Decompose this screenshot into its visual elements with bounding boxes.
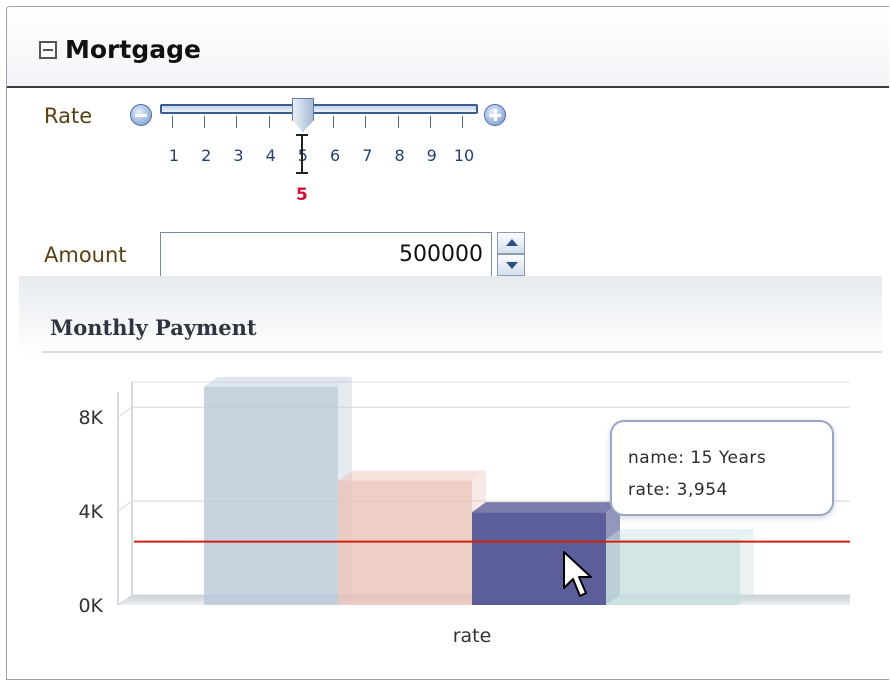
y-tick-label: 0K xyxy=(78,595,103,617)
y-tick-label: 8K xyxy=(78,407,103,429)
y-tick-label: 4K xyxy=(78,501,103,523)
x-axis-label: rate xyxy=(453,625,492,647)
bar-tooltip: name: 15 Years rate: 3,954 xyxy=(610,420,834,516)
mouse-pointer-icon xyxy=(563,551,592,597)
monthly-payment-chart: 0K 4K 8K rate xyxy=(78,376,850,647)
gridline xyxy=(117,406,133,418)
bar xyxy=(204,386,338,605)
bar-top-face xyxy=(204,376,352,387)
gridline xyxy=(117,500,133,512)
tooltip-rate: rate: 3,954 xyxy=(628,480,728,500)
tooltip-name: name: 15 Years xyxy=(628,448,767,468)
bar-top-face xyxy=(338,470,486,481)
bar xyxy=(606,539,740,605)
bar-top-face xyxy=(472,502,620,513)
bar xyxy=(338,480,472,605)
bar-top-face xyxy=(606,529,754,540)
